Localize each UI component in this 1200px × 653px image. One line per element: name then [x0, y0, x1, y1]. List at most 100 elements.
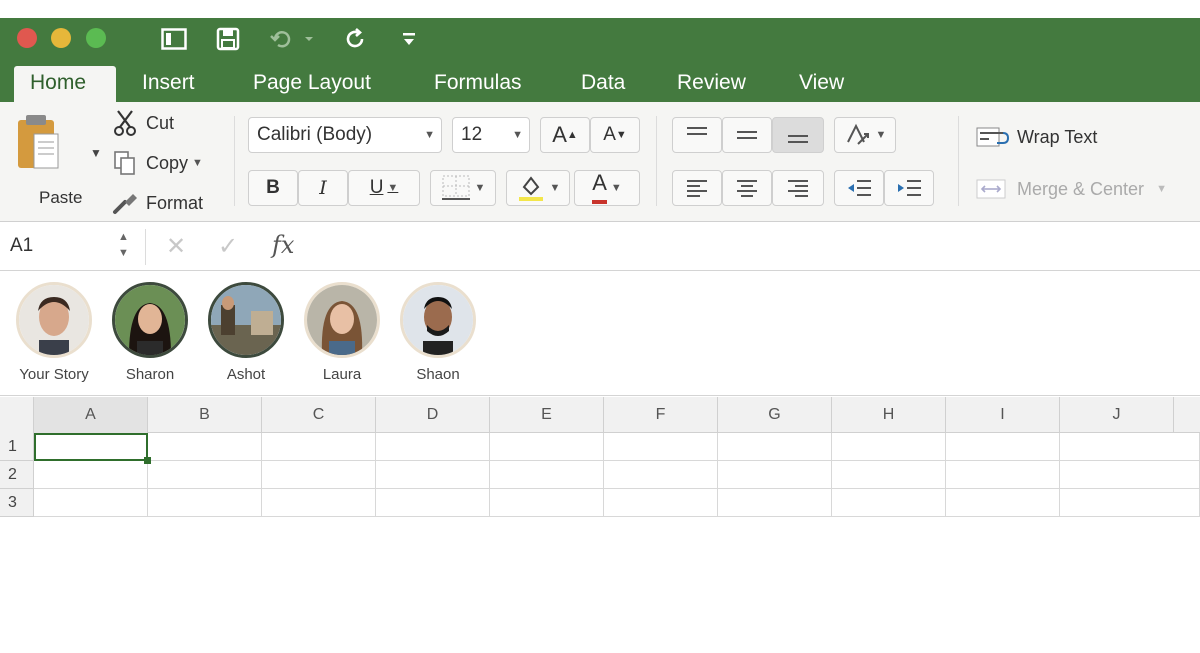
paste-button[interactable]: ▼ Paste: [14, 112, 102, 212]
merge-center-button[interactable]: Merge & Center ▼: [975, 174, 1167, 204]
orientation-button[interactable]: ▼: [834, 117, 896, 153]
name-box-stepper[interactable]: ▲ ▼: [118, 229, 129, 261]
align-right-button[interactable]: [772, 170, 824, 206]
underline-button[interactable]: U ▼: [348, 170, 420, 206]
font-name-select[interactable]: Calibri (Body) ▼: [248, 117, 442, 153]
cancel-icon[interactable]: ✕: [166, 232, 186, 261]
column-header-d[interactable]: D: [376, 397, 490, 433]
check-icon[interactable]: ✓: [218, 232, 238, 261]
cell-h1[interactable]: [832, 433, 946, 461]
title-bar: [0, 18, 1200, 62]
cell-h2[interactable]: [832, 461, 946, 489]
column-header-j[interactable]: J: [1060, 397, 1174, 433]
cell-j1[interactable]: [1060, 433, 1200, 461]
cell-j3[interactable]: [1060, 489, 1200, 517]
cell-i1[interactable]: [946, 433, 1060, 461]
tab-insert[interactable]: Insert: [126, 66, 211, 102]
chevron-down-icon[interactable]: ▼: [192, 157, 203, 169]
customize-toolbar-icon[interactable]: [396, 24, 422, 54]
column-header-i[interactable]: I: [946, 397, 1060, 433]
column-header-f[interactable]: F: [604, 397, 718, 433]
cell-g3[interactable]: [718, 489, 832, 517]
increase-indent-button[interactable]: [884, 170, 934, 206]
cell-b3[interactable]: [148, 489, 262, 517]
cell-d3[interactable]: [376, 489, 490, 517]
cell-g2[interactable]: [718, 461, 832, 489]
column-header-a[interactable]: A: [34, 397, 148, 433]
column-header-e[interactable]: E: [490, 397, 604, 433]
cell-e1[interactable]: [490, 433, 604, 461]
tab-formulas[interactable]: Formulas: [418, 66, 538, 102]
cell-f1[interactable]: [604, 433, 718, 461]
cut-button[interactable]: Cut: [110, 108, 174, 138]
redo-icon[interactable]: [340, 24, 370, 54]
cell-e3[interactable]: [490, 489, 604, 517]
column-header-h[interactable]: H: [832, 397, 946, 433]
cell-i3[interactable]: [946, 489, 1060, 517]
close-window-button[interactable]: [17, 28, 37, 48]
grow-font-button[interactable]: A ▲: [540, 117, 590, 153]
formula-divider: [145, 229, 146, 265]
align-center-button[interactable]: [722, 170, 772, 206]
font-size-select[interactable]: 12 ▼: [452, 117, 530, 153]
column-header-b[interactable]: B: [148, 397, 262, 433]
copy-button[interactable]: Copy ▼: [110, 148, 203, 178]
story-your-story[interactable]: Your Story: [6, 282, 102, 383]
increase-indent-icon: [898, 180, 921, 196]
cell-a3[interactable]: [34, 489, 148, 517]
tab-data[interactable]: Data: [565, 66, 641, 102]
chevron-down-icon[interactable]: ▼: [90, 146, 102, 160]
cell-f2[interactable]: [604, 461, 718, 489]
cell-d2[interactable]: [376, 461, 490, 489]
story-laura[interactable]: Laura: [294, 282, 390, 383]
story-sharon[interactable]: Sharon: [102, 282, 198, 383]
italic-button[interactable]: I: [298, 170, 348, 206]
cell-a1[interactable]: [34, 433, 148, 461]
save-icon[interactable]: [212, 24, 244, 54]
cell-i2[interactable]: [946, 461, 1060, 489]
fill-handle[interactable]: [144, 457, 151, 464]
row-header-3[interactable]: 3: [0, 489, 34, 517]
cell-b2[interactable]: [148, 461, 262, 489]
align-bottom-button[interactable]: [772, 117, 824, 153]
font-color-button[interactable]: A ▼: [574, 170, 640, 206]
format-painter-button[interactable]: Format: [110, 188, 203, 218]
story-shaon[interactable]: Shaon: [390, 282, 486, 383]
cell-f3[interactable]: [604, 489, 718, 517]
cell-c1[interactable]: [262, 433, 376, 461]
fill-color-button[interactable]: ▼: [506, 170, 570, 206]
cell-e2[interactable]: [490, 461, 604, 489]
story-ashot[interactable]: Ashot: [198, 282, 294, 383]
cell-c3[interactable]: [262, 489, 376, 517]
cell-c2[interactable]: [262, 461, 376, 489]
minimize-window-button[interactable]: [51, 28, 71, 48]
cell-a2[interactable]: [34, 461, 148, 489]
shrink-font-button[interactable]: A ▼: [590, 117, 640, 153]
tab-home[interactable]: Home: [14, 66, 116, 102]
column-header-g[interactable]: G: [718, 397, 832, 433]
name-box[interactable]: A1: [10, 235, 33, 257]
sidebar-icon[interactable]: [158, 24, 190, 54]
tab-review[interactable]: Review: [661, 66, 762, 102]
cell-j2[interactable]: [1060, 461, 1200, 489]
row-header-1[interactable]: 1: [0, 433, 34, 461]
zoom-window-button[interactable]: [86, 28, 106, 48]
cell-b1[interactable]: [148, 433, 262, 461]
wrap-text-button[interactable]: Wrap Text: [975, 122, 1097, 152]
align-middle-button[interactable]: [722, 117, 772, 153]
tab-view[interactable]: View: [783, 66, 860, 102]
row-header-2[interactable]: 2: [0, 461, 34, 489]
cell-h3[interactable]: [832, 489, 946, 517]
column-header-c[interactable]: C: [262, 397, 376, 433]
bold-button[interactable]: B: [248, 170, 298, 206]
align-top-button[interactable]: [672, 117, 722, 153]
decrease-indent-button[interactable]: [834, 170, 884, 206]
cell-d1[interactable]: [376, 433, 490, 461]
align-left-button[interactable]: [672, 170, 722, 206]
cell-g1[interactable]: [718, 433, 832, 461]
tab-page-layout[interactable]: Page Layout: [237, 66, 387, 102]
select-all-corner[interactable]: [0, 397, 34, 433]
insert-function-button[interactable]: fx: [272, 231, 294, 259]
undo-icon[interactable]: [266, 24, 316, 54]
borders-button[interactable]: ▼: [430, 170, 496, 206]
